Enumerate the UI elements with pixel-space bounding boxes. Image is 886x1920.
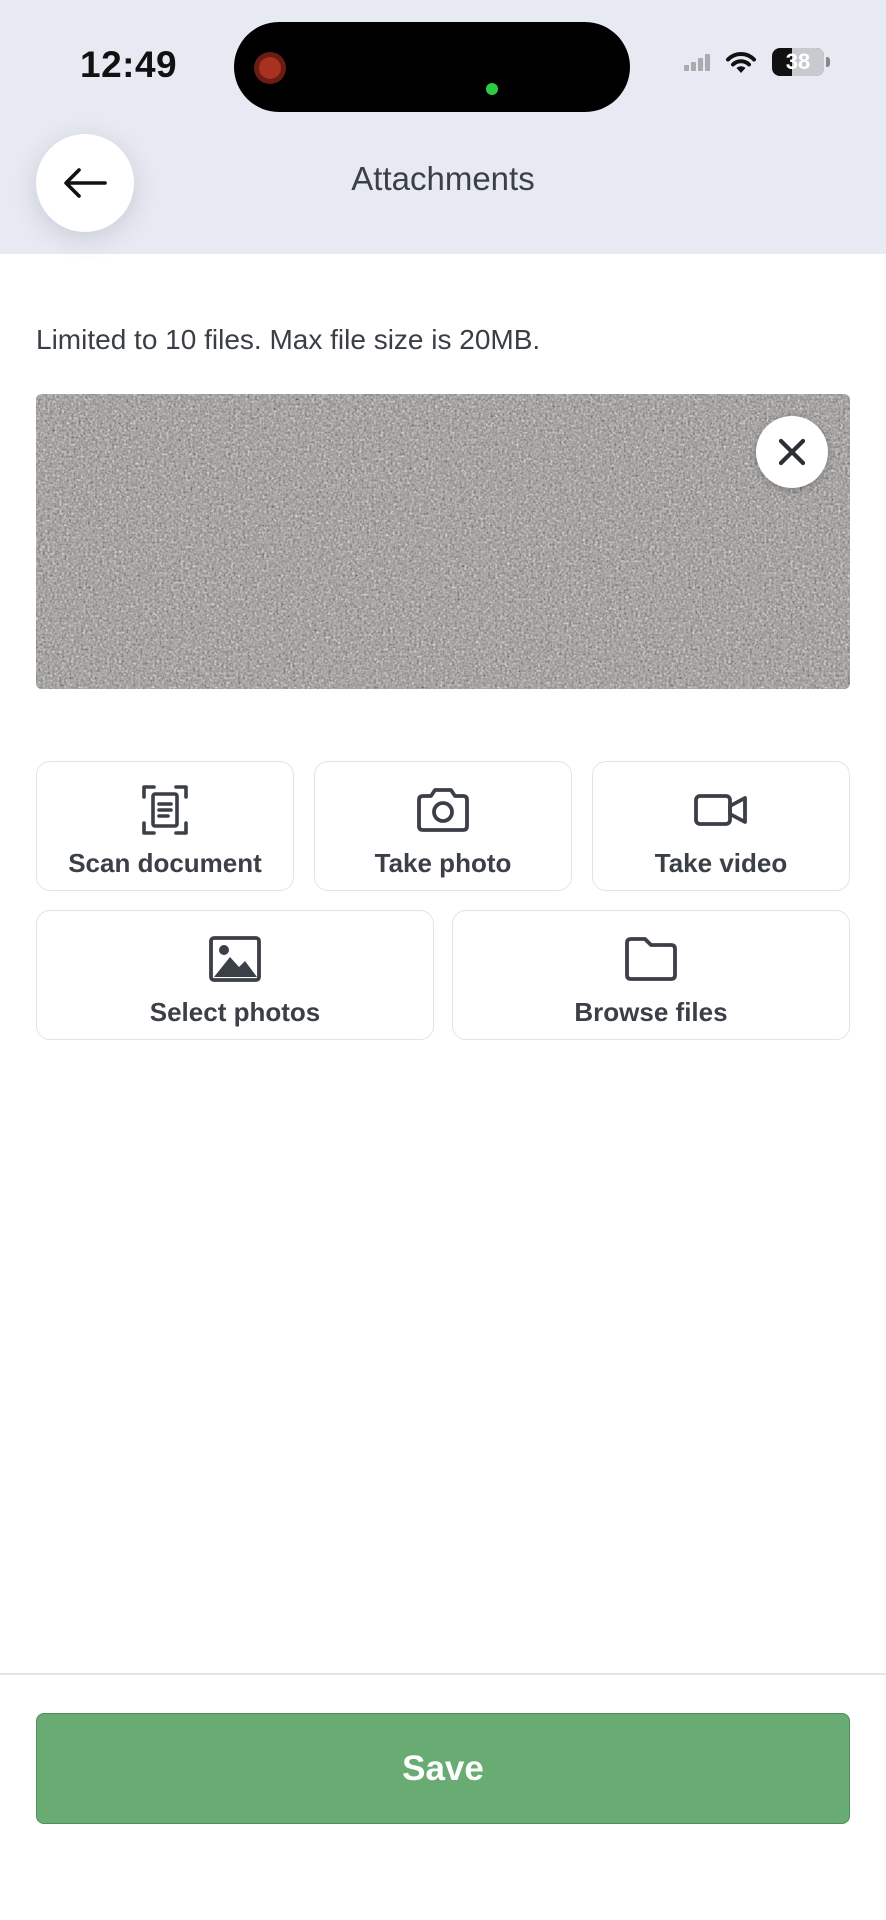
scan-document-icon	[142, 785, 188, 835]
browse-files-button[interactable]: Browse files	[452, 910, 850, 1040]
attachment-thumbnail[interactable]	[36, 394, 850, 689]
status-icons: 38	[684, 48, 830, 76]
battery-icon: 38	[772, 48, 830, 76]
battery-percentage: 38	[785, 49, 811, 74]
camera-icon	[417, 788, 469, 832]
attachments-screen: 12:49 38 Attachments Limited to 10 files…	[0, 0, 886, 1920]
save-button[interactable]: Save	[36, 1713, 850, 1824]
close-icon	[778, 438, 806, 466]
cellular-signal-icon	[684, 53, 710, 71]
select-photos-label: Select photos	[149, 997, 321, 1027]
file-limit-note: Limited to 10 files. Max file size is 20…	[36, 324, 541, 355]
take-video-button[interactable]: Take video	[592, 761, 850, 891]
wifi-icon	[726, 52, 756, 73]
video-camera-icon	[694, 794, 747, 826]
select-photos-button[interactable]: Select photos	[36, 910, 434, 1040]
carpet-photo-image	[36, 394, 850, 689]
recording-indicator-icon	[254, 52, 286, 84]
dynamic-island	[234, 22, 630, 112]
folder-icon	[625, 937, 677, 981]
scan-document-label: Scan document	[68, 848, 262, 878]
remove-attachment-button[interactable]	[756, 416, 828, 488]
take-photo-button[interactable]: Take photo	[314, 761, 572, 891]
browse-files-label: Browse files	[574, 997, 728, 1027]
camera-in-use-icon	[486, 83, 498, 95]
image-icon	[209, 936, 261, 982]
status-time: 12:49	[80, 44, 178, 85]
take-photo-label: Take photo	[374, 848, 512, 878]
take-video-label: Take video	[654, 848, 788, 878]
scan-document-button[interactable]: Scan document	[36, 761, 294, 891]
page-title: Attachments	[351, 160, 535, 197]
footer-divider	[0, 1673, 886, 1675]
